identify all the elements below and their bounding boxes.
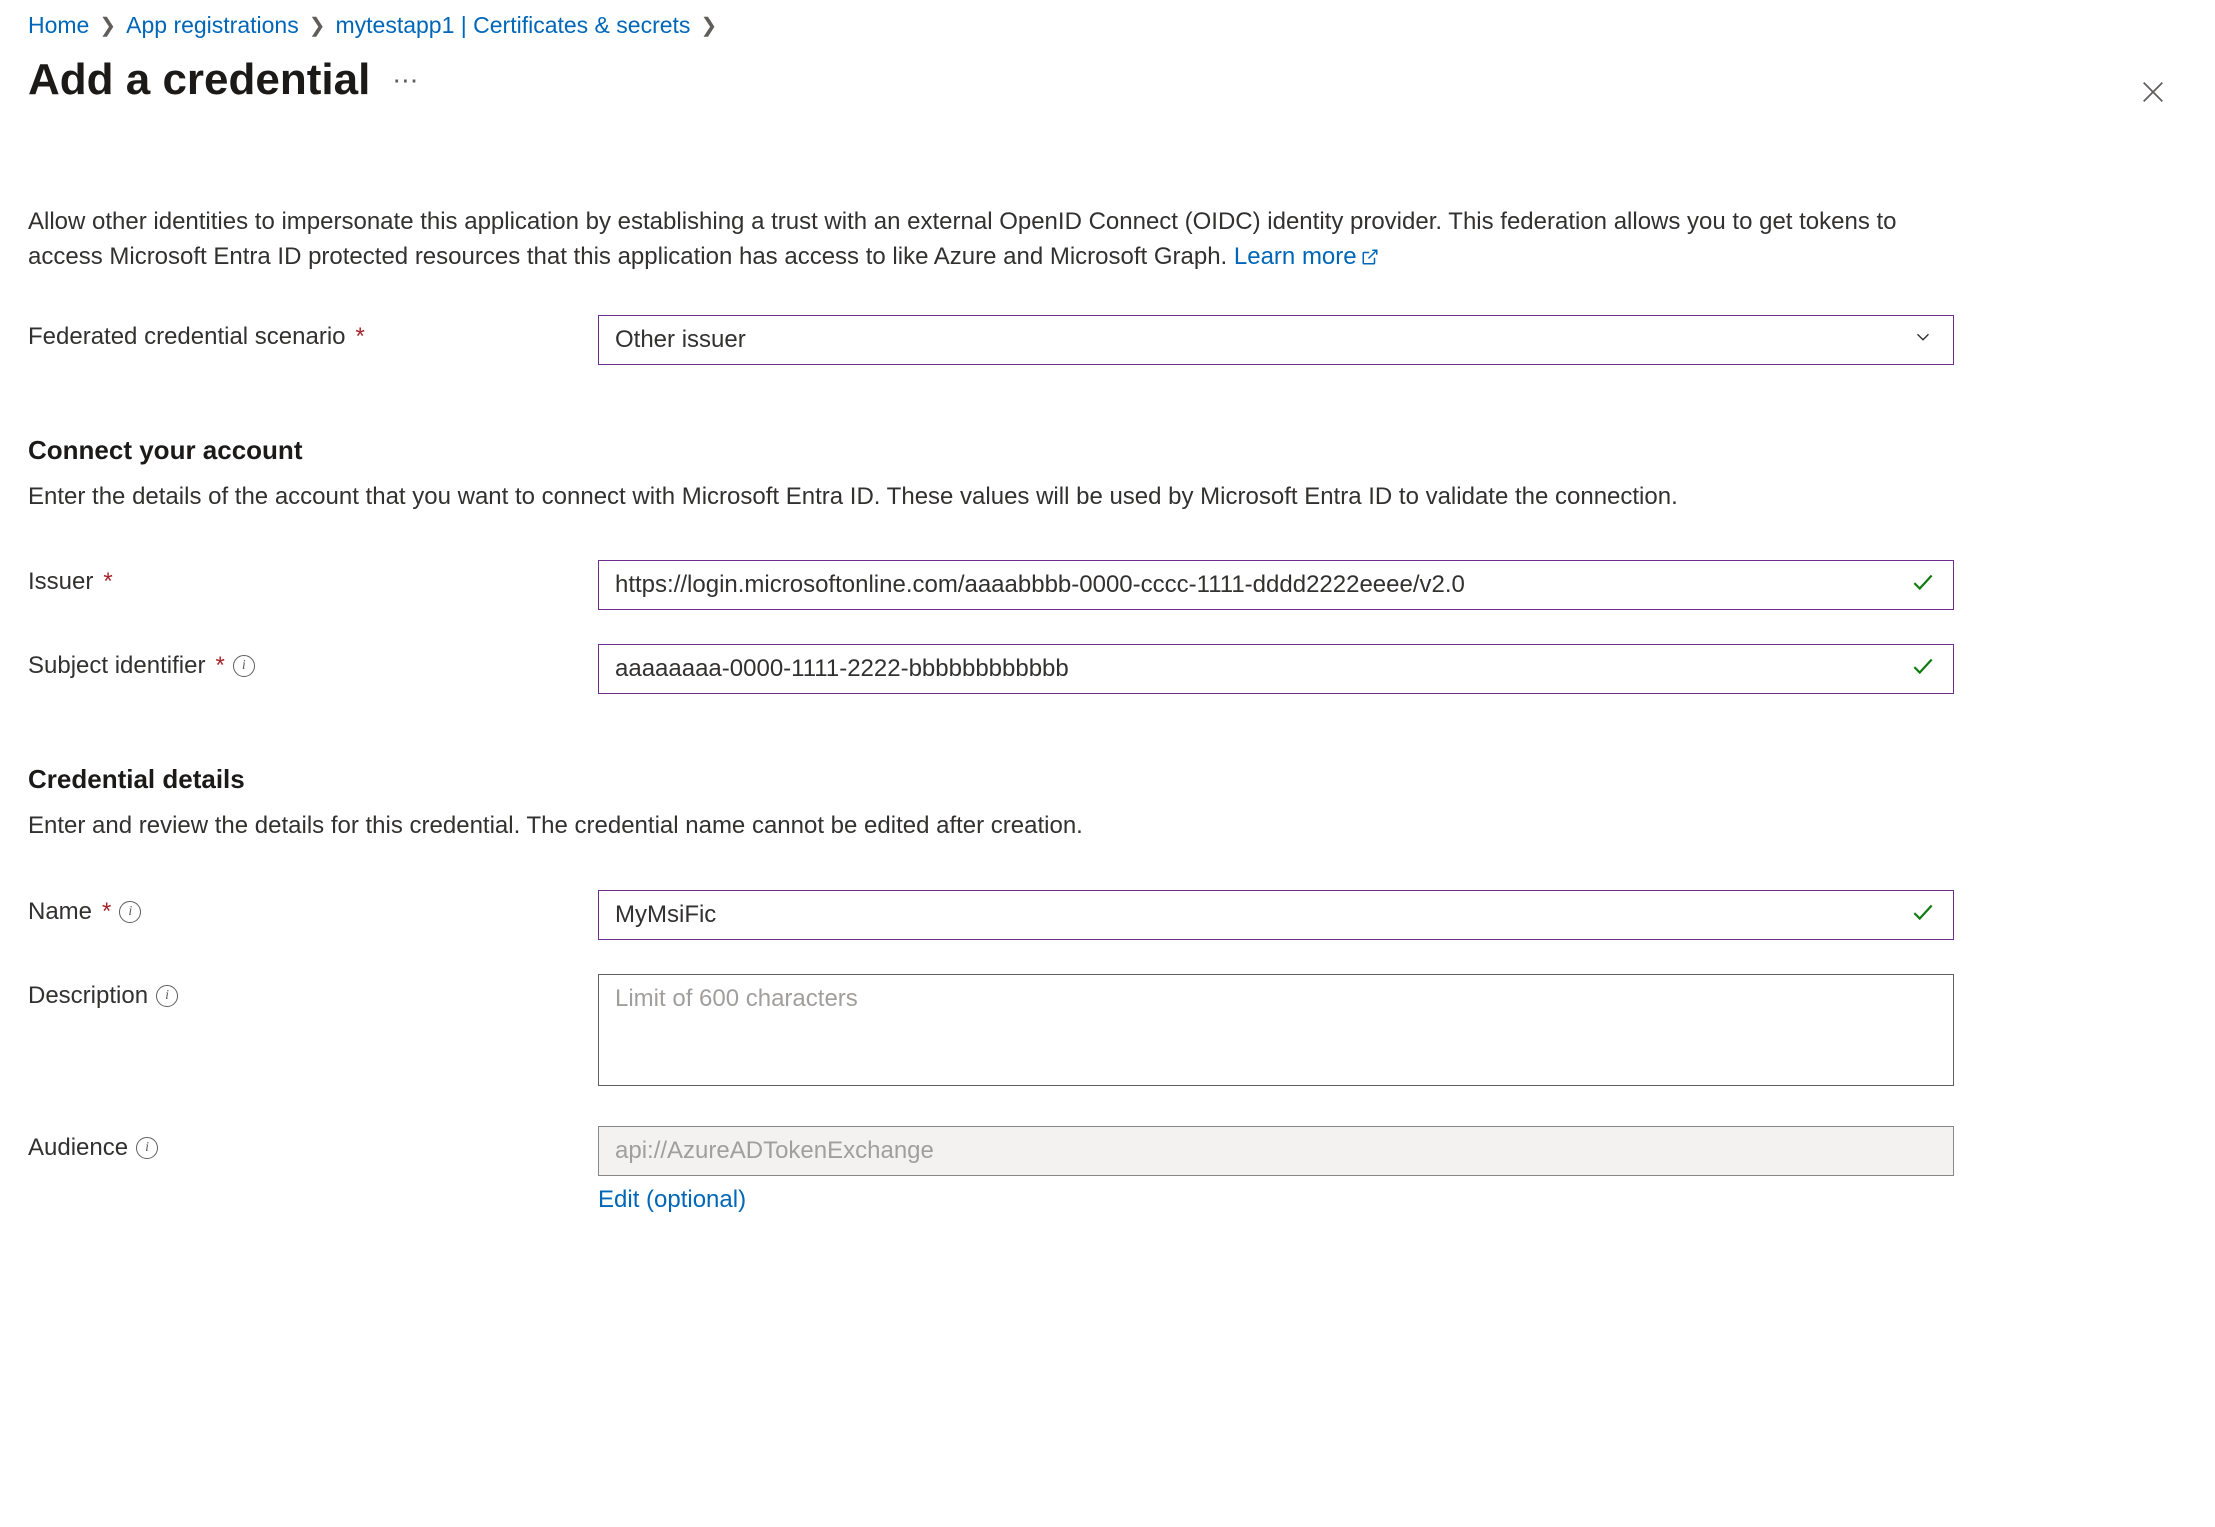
intro-text: Allow other identities to impersonate th… xyxy=(28,205,1898,275)
breadcrumb: Home ❯ App registrations ❯ mytestapp1 | … xyxy=(28,12,1988,39)
connect-section-desc: Enter the details of the account that yo… xyxy=(28,480,1898,515)
edit-audience-link[interactable]: Edit (optional) xyxy=(598,1186,746,1214)
details-section-title: Credential details xyxy=(28,764,1988,795)
issuer-label: Issuer* xyxy=(28,560,598,596)
description-label: Description i xyxy=(28,974,598,1010)
checkmark-icon xyxy=(1910,899,1936,931)
info-icon[interactable]: i xyxy=(119,901,141,923)
breadcrumb-app-registrations[interactable]: App registrations xyxy=(126,12,299,39)
details-section-desc: Enter and review the details for this cr… xyxy=(28,809,1898,844)
name-input[interactable] xyxy=(598,890,1954,940)
scenario-label: Federated credential scenario* xyxy=(28,315,598,351)
chevron-right-icon: ❯ xyxy=(99,13,116,38)
checkmark-icon xyxy=(1910,653,1936,685)
scenario-select[interactable]: Other issuer xyxy=(598,315,1954,365)
audience-label: Audience i xyxy=(28,1126,598,1162)
close-icon xyxy=(2139,78,2167,106)
issuer-input[interactable] xyxy=(598,560,1954,610)
audience-input xyxy=(598,1126,1954,1176)
breadcrumb-certificates-secrets[interactable]: mytestapp1 | Certificates & secrets xyxy=(335,12,690,39)
learn-more-link[interactable]: Learn more xyxy=(1234,243,1379,270)
more-icon[interactable]: ⋯ xyxy=(388,61,423,100)
connect-section-title: Connect your account xyxy=(28,435,1988,466)
chevron-right-icon: ❯ xyxy=(700,13,717,38)
info-icon[interactable]: i xyxy=(156,985,178,1007)
description-input[interactable] xyxy=(598,974,1954,1086)
page-title: Add a credential xyxy=(28,55,370,105)
subject-identifier-label: Subject identifier* i xyxy=(28,644,598,680)
info-icon[interactable]: i xyxy=(233,655,255,677)
external-link-icon xyxy=(1357,243,1379,270)
info-icon[interactable]: i xyxy=(136,1137,158,1159)
chevron-right-icon: ❯ xyxy=(309,13,326,38)
name-label: Name* i xyxy=(28,890,598,926)
breadcrumb-home[interactable]: Home xyxy=(28,12,89,39)
subject-identifier-input[interactable] xyxy=(598,644,1954,694)
checkmark-icon xyxy=(1910,569,1936,601)
close-button[interactable] xyxy=(2131,70,2175,120)
